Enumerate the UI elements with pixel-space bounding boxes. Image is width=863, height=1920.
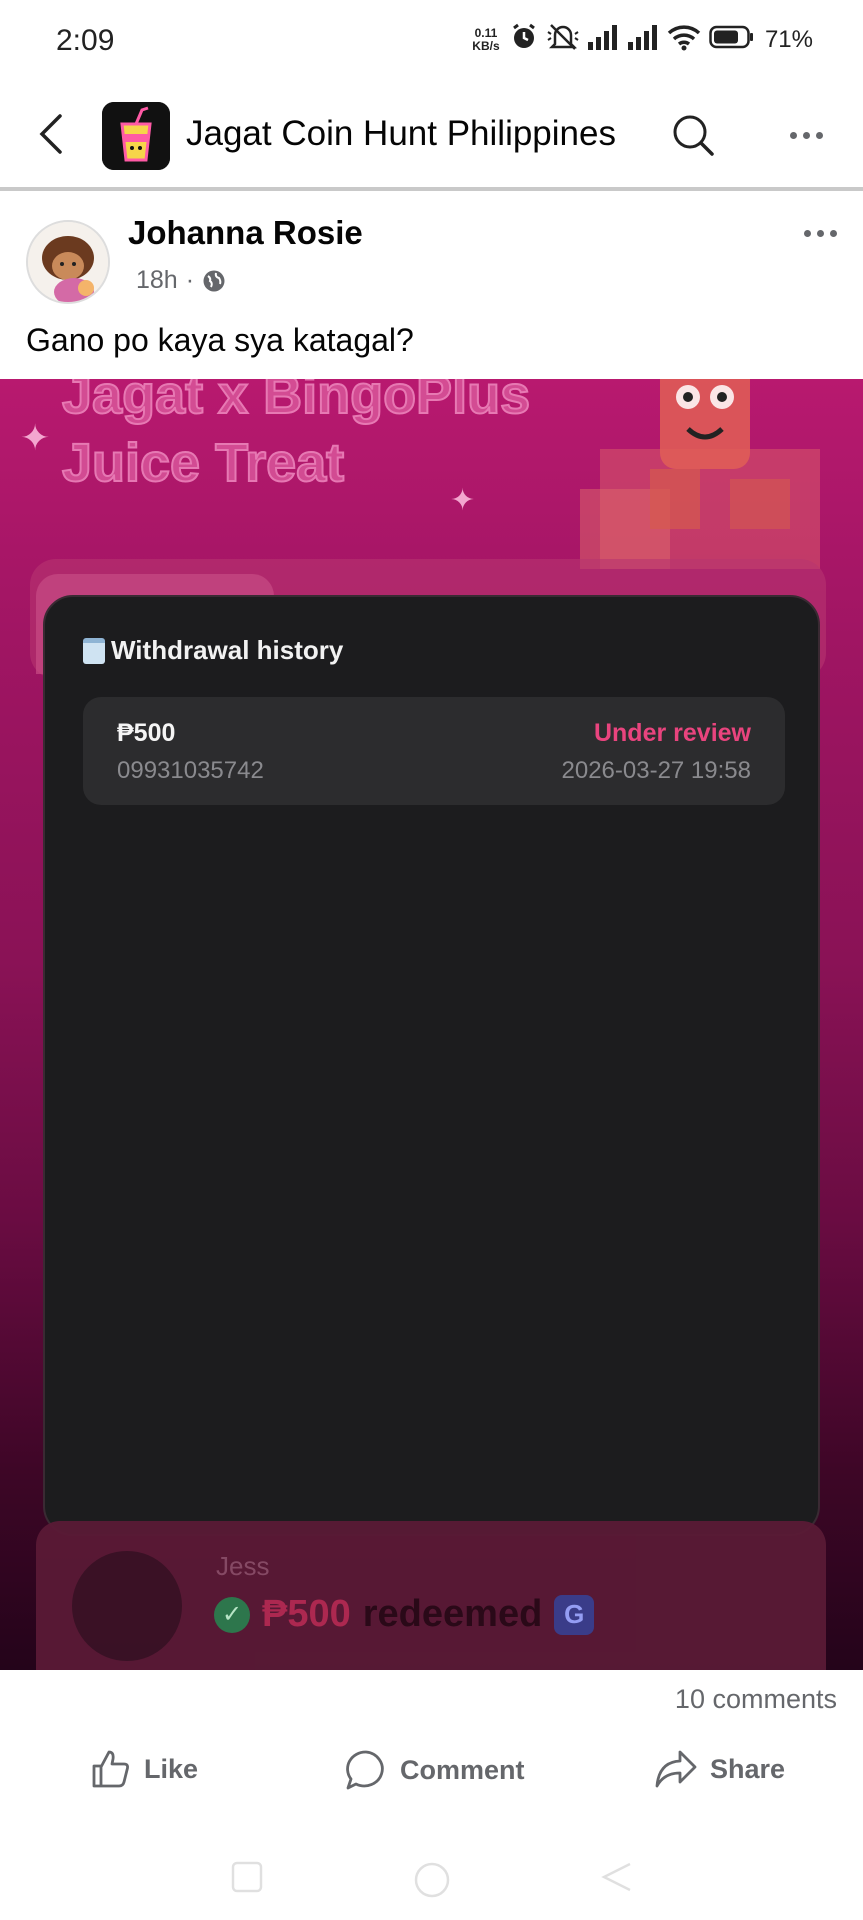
comment-label: Comment [400,1754,525,1785]
meta-separator: · [185,266,195,294]
status-icons: 0.11 KB/s 71% [471,22,813,57]
back-arrow-icon [39,114,62,154]
more-options-button[interactable] [776,110,836,160]
back-button[interactable] [30,104,70,164]
post-time[interactable]: 18h [136,266,178,295]
post-image[interactable]: Jagat x BingoPlus Juice Treat ✦ ✦ Withdr… [0,379,863,1670]
author-name[interactable]: Johanna Rosie [128,214,363,252]
header-divider [0,187,863,191]
post-meta: 18h · [136,266,226,295]
status-time: 2:09 [56,24,115,57]
post-actions: Like Comment Share [0,1740,863,1806]
comment-button[interactable]: Comment [344,1748,525,1792]
wifi-icon [667,23,701,56]
more-icon [789,131,797,139]
sparkle-icon: ✦ [450,484,476,517]
redeem-amount: ₱500 [262,1593,351,1635]
like-label: Like [144,1753,199,1784]
withdrawal-status: Under review [593,719,751,747]
withdrawal-amount: ₱500 [117,719,176,747]
sparkle-icon: ✦ [20,417,51,458]
mascot-illustration [580,379,820,569]
more-icon [803,229,811,237]
recent-apps-icon[interactable] [230,1860,264,1894]
author-avatar-image [28,222,108,302]
globe-icon [203,270,225,291]
withdrawal-phone: 09931035742 [117,757,264,784]
post-more-button[interactable] [790,218,850,248]
like-icon [92,1750,129,1788]
g-badge-icon: G [554,1594,595,1635]
net-speed-value: 0.11 [474,25,498,40]
signal-icon [587,24,619,55]
net-speed-unit: KB/s [472,38,500,53]
withdrawal-history-label: Withdrawal history [111,635,344,665]
check-icon: ✓ [214,1596,250,1633]
juice-cup-icon [102,102,170,170]
redeem-avatar [72,1551,182,1661]
redeem-panel: Jess ✓ ₱500 redeemed G [36,1521,826,1670]
withdrawal-history-title: Withdrawal history [83,635,343,666]
like-button[interactable]: Like [90,1748,198,1790]
system-nav-bar [0,1830,863,1920]
mute-icon [547,22,579,57]
withdrawal-history-card: Withdrawal history ₱500 09931035742 Unde… [43,595,820,1536]
share-label: Share [710,1753,786,1784]
status-bar: 2:09 0.11 KB/s 71% [0,0,863,84]
home-icon[interactable] [412,1860,452,1900]
search-icon [673,115,714,156]
redeem-line: ✓ ₱500 redeemed G [214,1593,595,1636]
promo-title: Jagat x BingoPlus Juice Treat [61,379,531,497]
net-speed: 0.11 KB/s [471,25,501,53]
avatar[interactable] [26,220,110,304]
signal-icon [627,24,659,55]
group-header: Jagat Coin Hunt Philippines [0,84,863,188]
redeem-text: redeemed [362,1593,543,1635]
alarm-icon [509,22,539,57]
search-button[interactable] [668,110,718,160]
withdrawal-datetime: 2026-03-27 19:58 [561,757,752,784]
share-button[interactable]: Share [654,1748,785,1790]
notepad-icon [83,637,105,664]
battery-percent: 71% [764,25,813,53]
withdrawal-row: ₱500 09931035742 Under review 2026-03-27… [83,697,785,805]
group-avatar[interactable] [102,102,170,170]
share-icon [655,1750,697,1788]
comment-icon [346,1750,384,1790]
back-nav-icon[interactable] [600,1860,634,1894]
battery-icon [709,24,755,55]
comments-count[interactable]: 10 comments [675,1684,837,1715]
promo-title-line1: Jagat x BingoPlus [61,379,531,426]
post-text: Gano po kaya sya katagal? [26,322,414,358]
page-title[interactable]: Jagat Coin Hunt Philippines [186,114,616,154]
redeem-name: Jess [216,1551,270,1581]
